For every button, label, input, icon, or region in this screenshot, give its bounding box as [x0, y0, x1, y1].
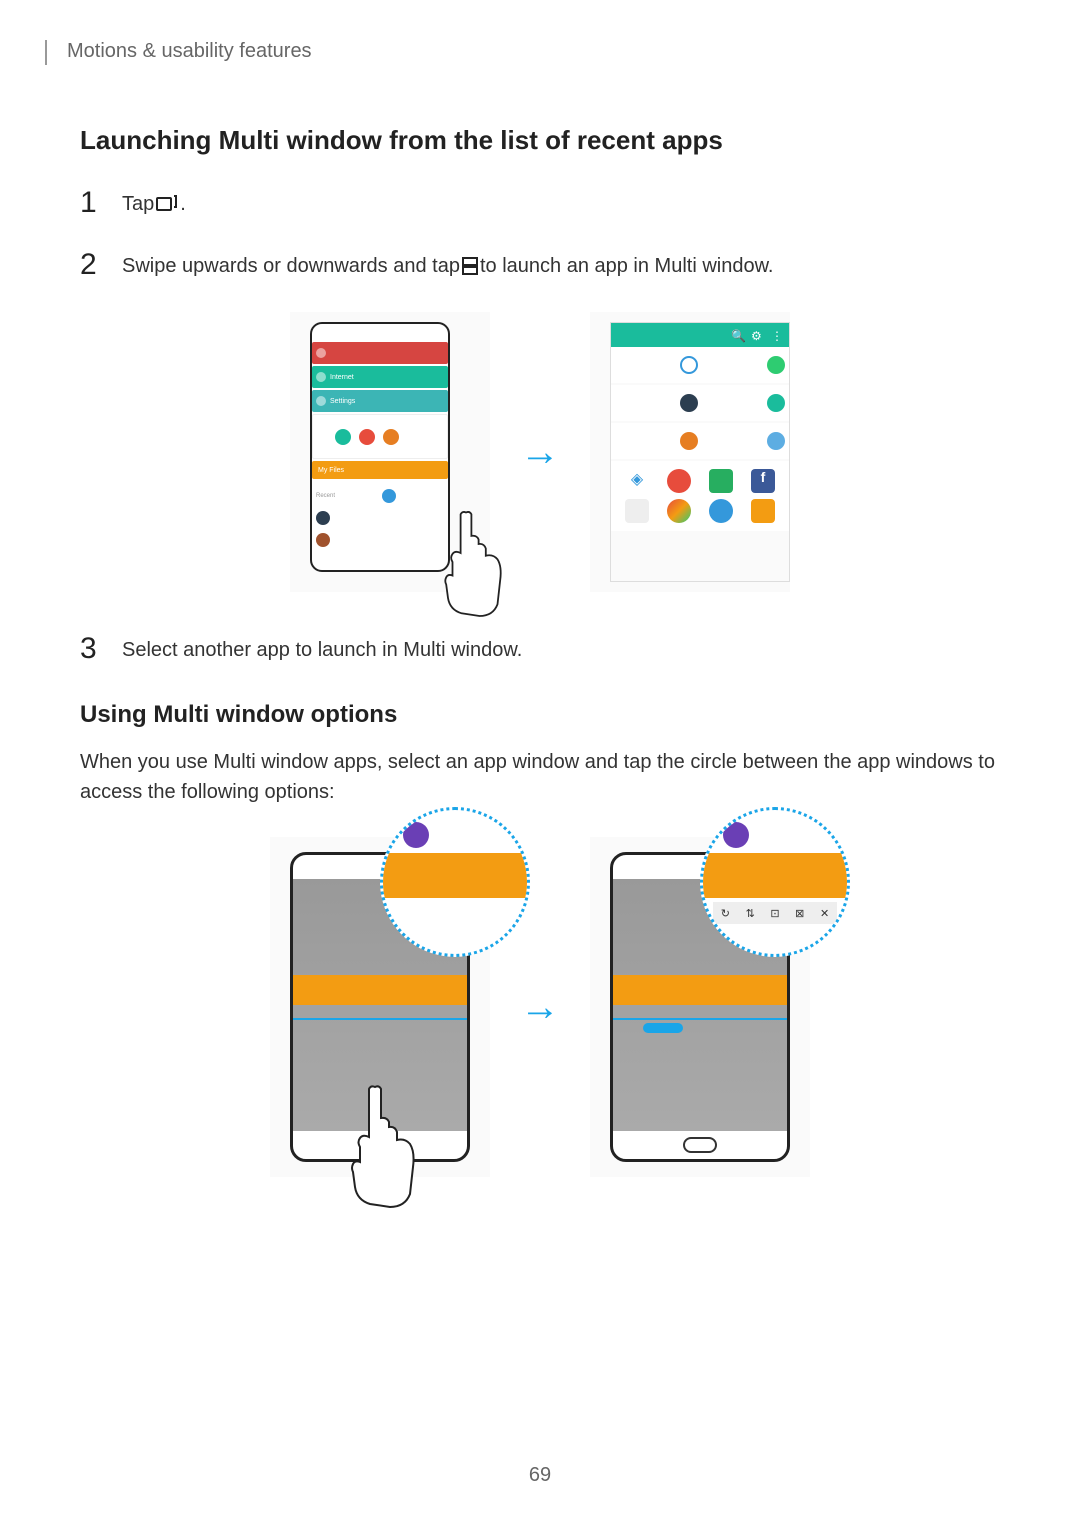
minimize-icon: ⊡ — [770, 907, 779, 920]
hand-pointer-icon — [430, 502, 520, 622]
arrow-right-icon: → — [520, 985, 560, 1030]
app-banner — [293, 975, 467, 1005]
magnify-banner — [383, 853, 527, 898]
category-section-3 — [611, 423, 789, 459]
split-divider — [613, 1018, 787, 1020]
app-icon — [723, 822, 749, 848]
section-2-body: When you use Multi window apps, select a… — [80, 747, 1000, 807]
step-1-text-b: . — [180, 190, 186, 218]
illustration-multiwindow-before — [270, 837, 490, 1177]
drag-icon: ⇅ — [746, 907, 755, 920]
step-1-text: Tap . — [122, 186, 186, 218]
more-icon: ⋮ — [771, 329, 783, 341]
step-number-2: 2 — [80, 248, 104, 282]
app-icon — [751, 499, 775, 523]
recent-app-myfiles: My Files — [312, 461, 448, 479]
recent-app-card — [312, 342, 448, 364]
split-divider — [293, 1018, 467, 1020]
magnify-circle-before — [380, 807, 530, 957]
close-icon: ✕ — [820, 907, 829, 920]
recent-app-card: Settings — [312, 390, 448, 412]
multiwindow-icon — [462, 257, 478, 275]
illustration-recent-apps: Internet Settings My Files Recent — [290, 312, 490, 592]
app-screen: 🔍 ⚙ ⋮ — [610, 322, 790, 582]
search-icon: 🔍 — [731, 329, 743, 341]
section-heading-options: Using Multi window options — [80, 701, 1000, 729]
app-grid: ◈ f — [611, 461, 789, 531]
step-number-3: 3 — [80, 632, 104, 666]
step-number-1: 1 — [80, 186, 104, 220]
category-section-1 — [611, 347, 789, 383]
app-icon — [625, 499, 649, 523]
app-icon — [709, 469, 733, 493]
app-icon-facebook: f — [751, 469, 775, 493]
section-heading-launching: Launching Multi window from the list of … — [80, 125, 1000, 156]
app-icon — [667, 499, 691, 523]
step-1-text-a: Tap — [122, 190, 154, 218]
step-2: 2 Swipe upwards or downwards and tap to … — [80, 248, 1000, 282]
app-icon — [403, 822, 429, 848]
app-picker-header: 🔍 ⚙ ⋮ — [611, 323, 789, 347]
multiwindow-toolbar: ↻ ⇅ ⊡ ⊠ ✕ — [713, 902, 837, 924]
magnify-circle-after: ↻ ⇅ ⊡ ⊠ ✕ — [700, 807, 850, 957]
home-button — [683, 1137, 717, 1153]
step-3: 3 Select another app to launch in Multi … — [80, 632, 1000, 666]
magnify-banner — [703, 853, 847, 898]
step-2-text-a: Swipe upwards or downwards and tap — [122, 252, 460, 280]
page-number: 69 — [0, 1464, 1080, 1487]
arrow-right-icon: → — [520, 430, 560, 475]
recent-apps-icon — [156, 195, 178, 213]
illustration-row-1: Internet Settings My Files Recent — [80, 312, 1000, 592]
app-banner — [613, 975, 787, 1005]
category-section-2 — [611, 385, 789, 421]
maximize-icon: ⊠ — [795, 907, 804, 920]
page-header: Motions & usability features — [45, 40, 1000, 65]
step-1: 1 Tap . — [80, 186, 1000, 220]
illustration-app-picker: 🔍 ⚙ ⋮ — [590, 312, 790, 592]
app-icon — [709, 499, 733, 523]
recent-app-card: Internet — [312, 366, 448, 388]
settings-icon: ⚙ — [751, 329, 763, 341]
hand-pointer-icon — [325, 1077, 435, 1217]
app-icon-dropbox: ◈ — [625, 469, 649, 493]
illustration-row-2: → ↻ ⇅ ⊡ ⊠ ✕ — [80, 837, 1000, 1177]
step-3-text: Select another app to launch in Multi wi… — [122, 632, 522, 664]
step-2-text-b: to launch an app in Multi window. — [480, 252, 774, 280]
multiwindow-handle — [643, 1023, 683, 1033]
recent-app-card — [312, 414, 448, 459]
myfiles-content: Recent — [312, 481, 448, 552]
app-icon — [667, 469, 691, 493]
switch-icon: ↻ — [721, 907, 730, 920]
phone-screen-1: Internet Settings My Files Recent — [312, 342, 448, 552]
step-2-text: Swipe upwards or downwards and tap to la… — [122, 248, 773, 280]
phone-frame-1: Internet Settings My Files Recent — [310, 322, 450, 572]
illustration-multiwindow-after: ↻ ⇅ ⊡ ⊠ ✕ — [590, 837, 810, 1177]
